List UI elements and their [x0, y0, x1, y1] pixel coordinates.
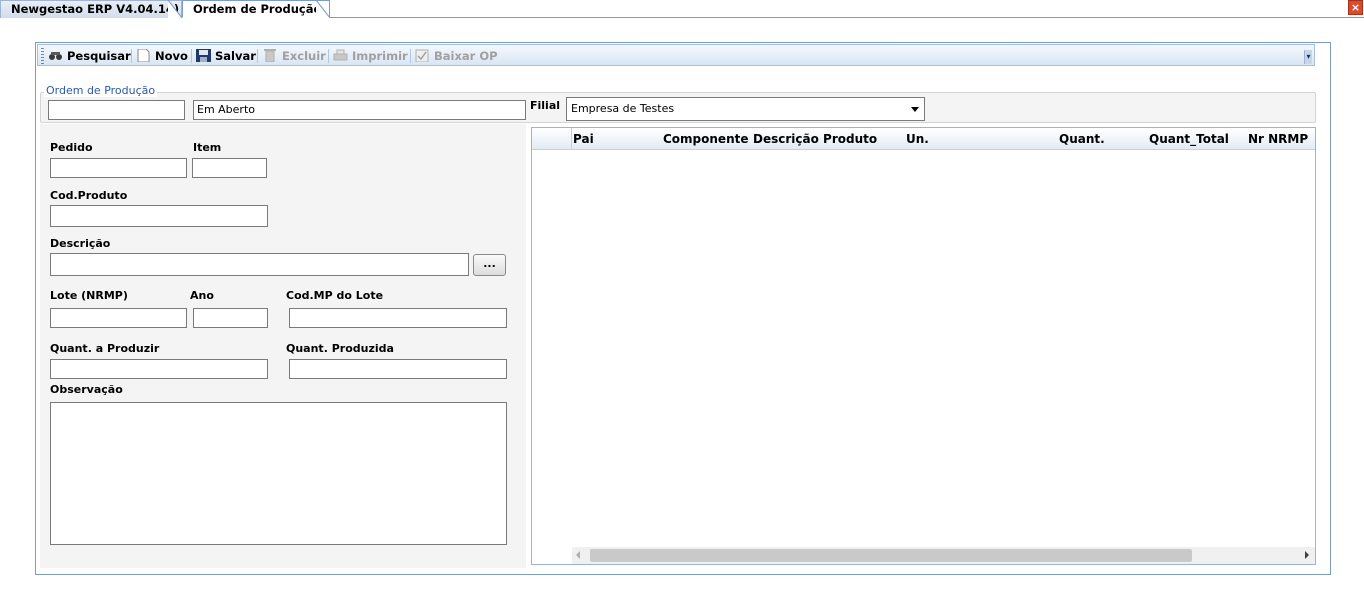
print-icon — [333, 49, 348, 61]
ellipsis-icon: ... — [483, 257, 496, 270]
chevron-down-icon: ▾ — [1306, 52, 1311, 61]
baixar-op-button[interactable]: Baixar OP — [415, 48, 498, 64]
delete-icon — [264, 49, 276, 62]
lote-input[interactable] — [50, 308, 187, 328]
excluir-button[interactable]: Excluir — [263, 48, 326, 64]
tab-strip: Newgestao ERP V4.04.14) Ordem de Produçã… — [0, 0, 1364, 18]
toolbar: Pesquisar Novo Salvar Excluir Imprimir B… — [37, 44, 1315, 66]
toolbar-grip[interactable] — [41, 48, 44, 64]
quant-produzida-input[interactable] — [289, 359, 507, 379]
tab-ordem-de-producao[interactable]: Ordem de Produção — [182, 0, 330, 18]
close-window-button[interactable]: × — [1348, 0, 1363, 15]
column-header-quant-total[interactable]: Quant_Total — [1149, 132, 1229, 146]
ordem-numero-input[interactable] — [48, 100, 185, 120]
new-document-icon — [137, 49, 150, 62]
dropdown-arrow-icon — [911, 107, 919, 112]
descricao-label: Descrição — [50, 237, 111, 250]
item-label: Item — [193, 141, 222, 154]
cod-mp-lote-input[interactable] — [289, 308, 507, 328]
column-header-un[interactable]: Un. — [906, 132, 929, 146]
toolbar-separator — [257, 49, 258, 63]
filial-value: Empresa de Testes — [571, 102, 675, 115]
componentes-grid[interactable] — [531, 127, 1316, 565]
toolbar-separator — [410, 49, 411, 63]
item-input[interactable] — [192, 158, 267, 178]
ano-label: Ano — [190, 289, 214, 302]
pedido-input[interactable] — [50, 158, 187, 178]
save-icon — [196, 49, 211, 62]
grid-header: Pai Componente Descrição Produto Un. Qua… — [532, 128, 1315, 150]
salvar-label: Salvar — [215, 49, 256, 63]
cod-produto-input[interactable] — [50, 205, 268, 227]
column-header-nr-nrmp[interactable]: Nr NRMP — [1248, 132, 1308, 146]
filial-select[interactable]: Empresa de Testes — [566, 97, 925, 121]
filial-label: Filial — [530, 99, 561, 112]
browse-product-button[interactable]: ... — [473, 254, 506, 276]
imprimir-button[interactable]: Imprimir — [333, 48, 408, 64]
binoculars-icon — [49, 52, 62, 60]
grid-corner[interactable] — [532, 128, 572, 150]
scrollbar-thumb[interactable] — [590, 549, 1192, 562]
close-icon: × — [1350, 1, 1361, 14]
group-title: Ordem de Produção — [44, 84, 158, 97]
grid-horizontal-scrollbar[interactable] — [572, 547, 1315, 564]
column-header-descricao-produto[interactable]: Descrição Produto — [753, 132, 877, 146]
salvar-button[interactable]: Salvar — [196, 48, 256, 64]
checklist-icon — [415, 49, 429, 62]
novo-label: Novo — [155, 49, 188, 63]
lote-label: Lote (NRMP) — [50, 289, 128, 302]
toolbar-overflow-button[interactable]: ▾ — [1304, 50, 1312, 64]
quant-produzida-label: Quant. Produzida — [286, 342, 394, 355]
pesquisar-button[interactable]: Pesquisar — [48, 48, 131, 64]
column-header-componente[interactable]: Componente — [663, 132, 749, 146]
scroll-right-icon[interactable] — [1305, 551, 1309, 559]
observacao-label: Observação — [50, 383, 123, 396]
cod-produto-label: Cod.Produto — [50, 189, 128, 202]
ordem-status-input[interactable]: Em Aberto — [193, 100, 526, 120]
column-header-pai[interactable]: Pai — [573, 132, 594, 146]
tab-newgestao-erp[interactable]: Newgestao ERP V4.04.14) — [0, 0, 182, 18]
tab-label: Ordem de Produção — [193, 2, 322, 16]
pedido-label: Pedido — [50, 141, 93, 154]
scroll-left-icon[interactable] — [576, 551, 580, 559]
baixar-op-label: Baixar OP — [434, 49, 498, 63]
tab-divider — [168, 0, 182, 18]
imprimir-label: Imprimir — [352, 49, 408, 63]
quant-produzir-input[interactable] — [50, 359, 268, 379]
pesquisar-label: Pesquisar — [67, 49, 131, 63]
tab-label: Newgestao ERP V4.04.14) — [11, 2, 180, 16]
descricao-input[interactable] — [50, 253, 469, 276]
quant-produzir-label: Quant. a Produzir — [50, 342, 160, 355]
novo-button[interactable]: Novo — [136, 48, 188, 64]
toolbar-separator — [328, 49, 329, 63]
column-header-quant[interactable]: Quant. — [1059, 132, 1105, 146]
toolbar-separator — [131, 49, 132, 63]
toolbar-separator — [191, 49, 192, 63]
excluir-label: Excluir — [282, 49, 326, 63]
observacao-textarea[interactable] — [50, 402, 507, 545]
cod-mp-lote-label: Cod.MP do Lote — [286, 289, 384, 302]
tab-divider — [316, 0, 330, 18]
ano-input[interactable] — [193, 308, 268, 328]
